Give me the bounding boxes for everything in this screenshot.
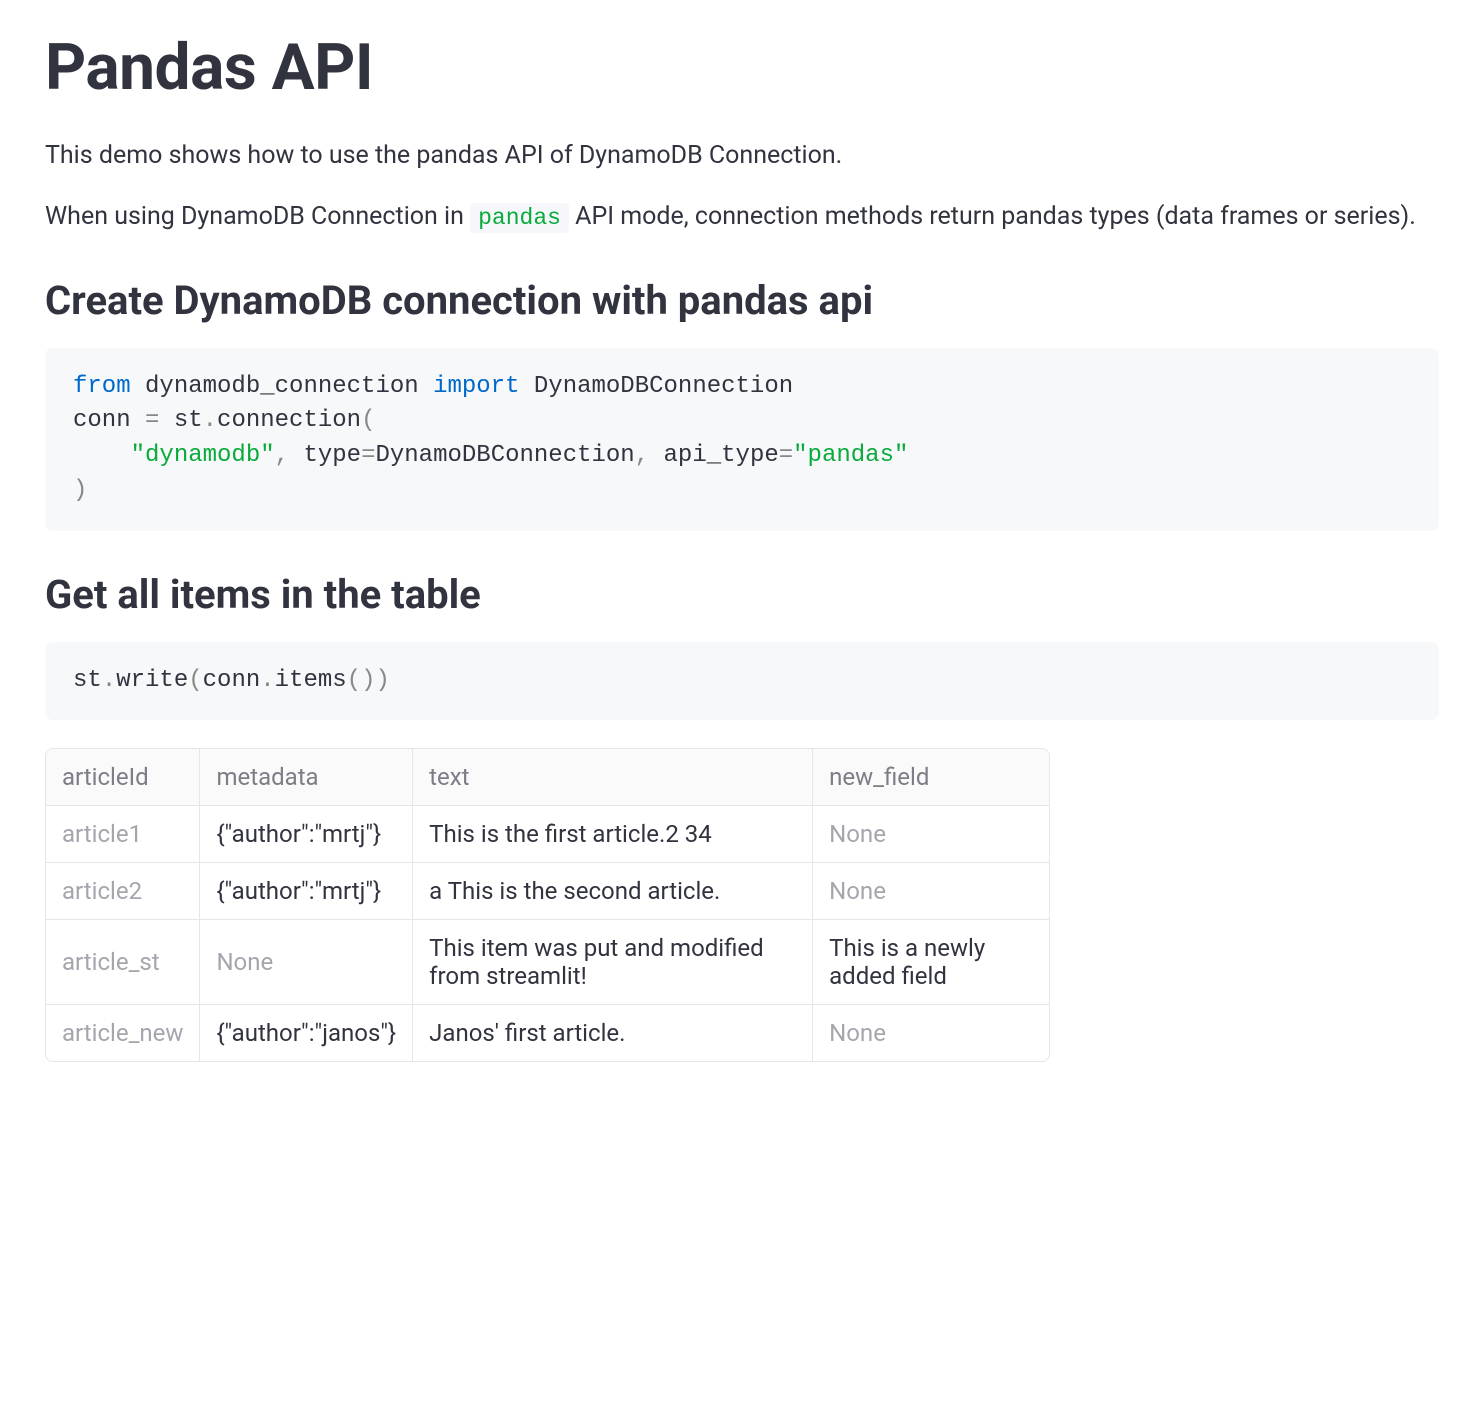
table-header-text: text: [413, 749, 813, 806]
cell-text: Janos' first article.: [413, 1005, 813, 1062]
cell-text: This is the first article.2 34: [413, 806, 813, 863]
table-header-metadata: metadata: [200, 749, 413, 806]
cell-metadata: {"author":"janos"}: [200, 1005, 413, 1062]
section-heading-create-connection: Create DynamoDB connection with pandas a…: [45, 277, 1439, 324]
cell-metadata: None: [200, 920, 413, 1005]
table-row: article_new{"author":"janos"}Janos' firs…: [46, 1005, 1049, 1062]
cell-articleid: article_st: [46, 920, 200, 1005]
cell-metadata: {"author":"mrtj"}: [200, 863, 413, 920]
table-header-row: articleId metadata text new_field: [46, 749, 1049, 806]
table-row: article2{"author":"mrtj"}a This is the s…: [46, 863, 1049, 920]
cell-articleid: article2: [46, 863, 200, 920]
table-header-articleid: articleId: [46, 749, 200, 806]
cell-newfield: This is a newly added field: [813, 920, 1049, 1005]
code-block-get-items: st.write(conn.items()): [45, 642, 1439, 721]
cell-metadata: {"author":"mrtj"}: [200, 806, 413, 863]
cell-articleid: article1: [46, 806, 200, 863]
cell-text: a This is the second article.: [413, 863, 813, 920]
table-row: article_stNoneThis item was put and modi…: [46, 920, 1049, 1005]
table-header-newfield: new_field: [813, 749, 1049, 806]
page-title: Pandas API: [45, 30, 1439, 105]
cell-newfield: None: [813, 1005, 1049, 1062]
table-row: article1{"author":"mrtj"}This is the fir…: [46, 806, 1049, 863]
cell-articleid: article_new: [46, 1005, 200, 1062]
cell-text: This item was put and modified from stre…: [413, 920, 813, 1005]
inline-code-pandas: pandas: [470, 203, 569, 233]
cell-newfield: None: [813, 806, 1049, 863]
intro-paragraph-1: This demo shows how to use the pandas AP…: [45, 137, 1439, 176]
items-table: articleId metadata text new_field articl…: [45, 748, 1050, 1062]
section-heading-get-items: Get all items in the table: [45, 571, 1439, 618]
cell-newfield: None: [813, 863, 1049, 920]
intro-paragraph-2: When using DynamoDB Connection in pandas…: [45, 198, 1439, 237]
code-block-create-connection: from dynamodb_connection import DynamoDB…: [45, 348, 1439, 531]
